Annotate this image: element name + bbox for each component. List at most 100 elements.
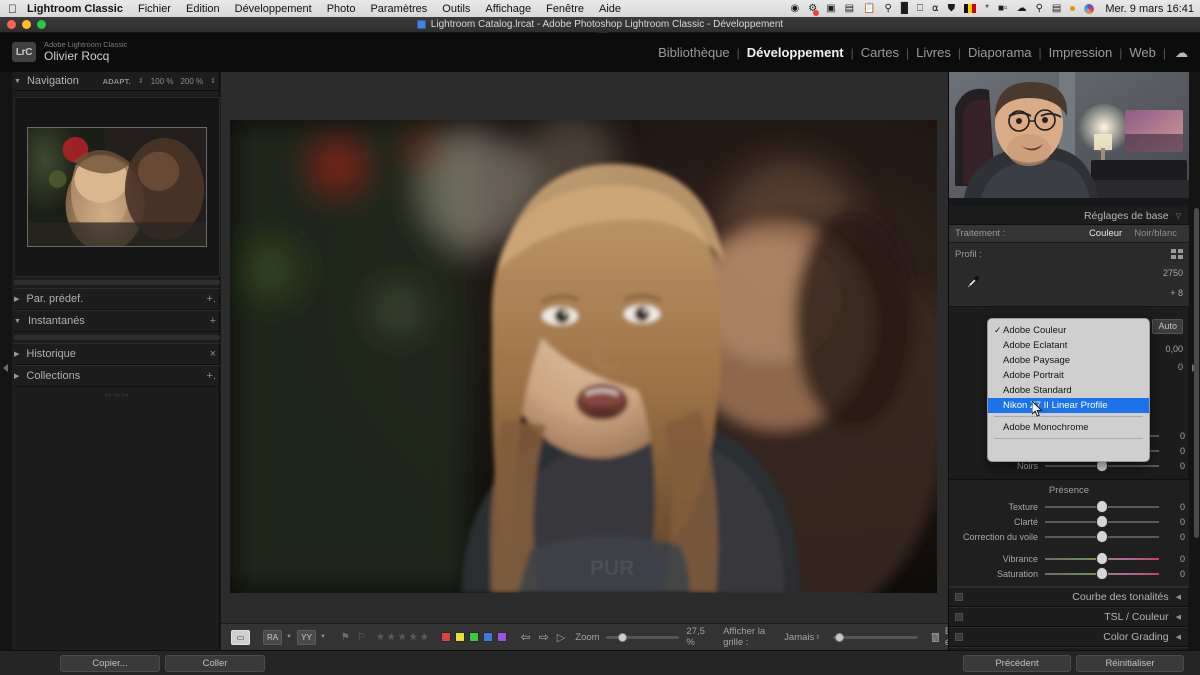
navigator-preview[interactable] — [14, 97, 220, 277]
navigator-thumbnail[interactable] — [27, 127, 207, 247]
basic-panel-header[interactable]: Réglages de base ▽ — [949, 207, 1189, 225]
arrow-right-icon[interactable]: ⇨ — [539, 630, 549, 644]
spotlight-icon[interactable]: ⚲ — [1036, 4, 1043, 14]
bluetooth-icon[interactable]: * — [985, 4, 989, 14]
play-icon[interactable]: ▷ — [557, 631, 565, 644]
auto-tone-button[interactable]: Auto — [1152, 319, 1183, 334]
zoom-slider[interactable] — [606, 636, 680, 639]
clipboard-icon[interactable]: 📋 — [863, 4, 875, 14]
identity-plate[interactable]: LrC Adobe Lightroom Classic Olivier Rocq — [12, 41, 127, 63]
chevron-left-icon[interactable] — [3, 364, 8, 372]
wifi-icon[interactable]: ☁ — [1017, 4, 1027, 14]
flag-pick-icon[interactable]: ⚑ — [341, 632, 350, 643]
profile-grid-icon[interactable] — [1171, 249, 1183, 259]
navigator-header[interactable]: ▼ Navigation ADAPT. ⇕ 100 % 200 % ⇕ — [14, 72, 220, 91]
slider-knob[interactable] — [1097, 568, 1107, 579]
color-label-yellow[interactable] — [455, 632, 465, 642]
tint-value[interactable]: + 8 — [1163, 283, 1183, 303]
grid-stepper-icon[interactable]: ⇕ — [815, 634, 820, 641]
slider-track[interactable] — [1045, 558, 1159, 560]
menu-item-adobe-eclatant[interactable]: Adobe Eclatant — [988, 338, 1149, 353]
navigator-fit-option[interactable]: ADAPT. — [103, 77, 131, 86]
twisty-icon[interactable]: ▼ — [14, 78, 21, 85]
module-developpement[interactable]: Développement — [740, 45, 851, 60]
slider-track[interactable] — [1045, 506, 1159, 508]
color-label-blue[interactable] — [483, 632, 493, 642]
menu-item-nikon-z7ii-linear-profile[interactable]: Nikon Z7 II Linear Profile — [988, 398, 1149, 413]
color-label-purple[interactable] — [497, 632, 507, 642]
panel-hsl-color[interactable]: TSL / Couleur ◀ — [949, 607, 1189, 627]
loupe-photo[interactable]: PUR — [230, 120, 937, 593]
grid-slider-knob[interactable] — [835, 633, 844, 642]
navigator-zoom-stepper-icon[interactable]: ⇕ — [210, 77, 216, 85]
menu-item-adobe-portrait[interactable]: Adobe Portrait — [988, 368, 1149, 383]
add-collection-icon[interactable]: +. — [207, 370, 220, 382]
sidebar-item-presets[interactable]: ▶ Par. prédef. +. — [14, 288, 220, 310]
sidebar-item-history[interactable]: ▶ Historique × — [14, 343, 220, 365]
twisty-icon[interactable]: ◀ — [1176, 593, 1181, 601]
apple-menu-icon[interactable]:  — [8, 3, 17, 15]
filmstrip-toggle-icon[interactable]: ▽ — [931, 632, 938, 643]
menu-item-edition[interactable]: Edition — [186, 3, 220, 15]
loupe-view-icon[interactable]: ▭ — [231, 630, 250, 645]
copy-button[interactable]: Copier... — [60, 655, 160, 672]
color-label-green[interactable] — [469, 632, 479, 642]
twisty-icon[interactable]: ▶ — [14, 295, 19, 303]
survey-view-icon[interactable]: YY — [297, 630, 316, 645]
menu-item-developpement[interactable]: Développement — [235, 3, 312, 15]
search-tool-icon[interactable]: ⚲ — [885, 4, 892, 14]
navigator-zoom-100[interactable]: 100 % — [151, 77, 174, 86]
stats-icon[interactable]: █ — [901, 4, 908, 14]
twisty-icon[interactable]: ▶ — [14, 350, 19, 358]
panel-switch-icon[interactable] — [955, 613, 963, 621]
slider-texture[interactable]: Texture 0 — [949, 499, 1189, 514]
slider-vibrance[interactable]: Vibrance 0 — [949, 551, 1189, 566]
left-panel-collapse-strip[interactable] — [0, 72, 12, 675]
flag-reject-icon[interactable]: ⚐ — [357, 632, 366, 643]
exposure-value[interactable]: 0,00 — [1165, 340, 1183, 358]
menu-item-parametres[interactable]: Paramètres — [370, 3, 427, 15]
panel-tone-curve[interactable]: Courbe des tonalités ◀ — [949, 587, 1189, 607]
contrast-value[interactable]: 0 — [1165, 358, 1183, 376]
twisty-icon[interactable]: ▶ — [14, 372, 19, 380]
reset-button[interactable]: Réinitialiser — [1076, 655, 1184, 672]
compare-view-icon[interactable]: RA — [263, 630, 282, 645]
module-cartes[interactable]: Cartes — [854, 45, 906, 60]
zoom-slider-knob[interactable] — [618, 633, 627, 642]
screen-record-icon[interactable]: ▣ — [826, 4, 835, 14]
maximize-button[interactable] — [37, 20, 46, 29]
twisty-icon[interactable]: ◀ — [1176, 633, 1181, 641]
white-balance-eyedropper-icon[interactable] — [961, 272, 983, 299]
chevron-down-icon[interactable]: ▼ — [286, 634, 292, 640]
panel-switch-icon[interactable] — [955, 633, 963, 641]
sidebar-item-collections[interactable]: ▶ Collections +. — [14, 365, 220, 387]
menu-bar-clock[interactable]: Mer. 9 mars 16:41 — [1105, 3, 1194, 15]
right-panel-scrollbar[interactable] — [1194, 208, 1199, 538]
slider-track[interactable] — [1045, 536, 1159, 538]
profile-dropdown-menu[interactable]: ✓ Adobe Couleur Adobe Eclatant Adobe Pay… — [987, 318, 1150, 462]
slider-saturation[interactable]: Saturation 0 — [949, 566, 1189, 581]
twisty-icon[interactable]: ▽ — [1176, 212, 1181, 220]
menu-item-adobe-monochrome[interactable]: Adobe Monochrome — [988, 420, 1149, 435]
slider-knob[interactable] — [1097, 516, 1107, 527]
slider-knob[interactable] — [1097, 531, 1107, 542]
close-button[interactable] — [7, 20, 16, 29]
menu-item-parcourir[interactable] — [988, 442, 1149, 457]
paste-button[interactable]: Coller — [165, 655, 265, 672]
headphones-icon[interactable]: ⍺ — [932, 4, 939, 14]
menu-app-name[interactable]: Lightroom Classic — [27, 3, 123, 15]
slider-value[interactable]: 0 — [1159, 517, 1185, 527]
twisty-icon[interactable]: ▼ — [14, 318, 21, 325]
battery-icon[interactable]: ■▫ — [998, 4, 1008, 14]
menu-item-photo[interactable]: Photo — [327, 3, 356, 15]
menu-item-aide[interactable]: Aide — [599, 3, 621, 15]
panel-color-grading[interactable]: Color Grading ◀ — [949, 627, 1189, 647]
add-preset-icon[interactable]: +. — [207, 293, 220, 305]
slider-track[interactable] — [1045, 465, 1159, 467]
sidebar-item-snapshots[interactable]: ▼ Instantanés + — [14, 310, 220, 332]
temperature-value[interactable]: 2750 — [1163, 263, 1183, 283]
navigator-fit-stepper-icon[interactable]: ⇕ — [138, 77, 144, 85]
menu-item-adobe-couleur[interactable]: ✓ Adobe Couleur — [988, 323, 1149, 338]
slider-value[interactable]: 0 — [1159, 569, 1185, 579]
user-icon[interactable]: ⛊ — [948, 4, 956, 14]
